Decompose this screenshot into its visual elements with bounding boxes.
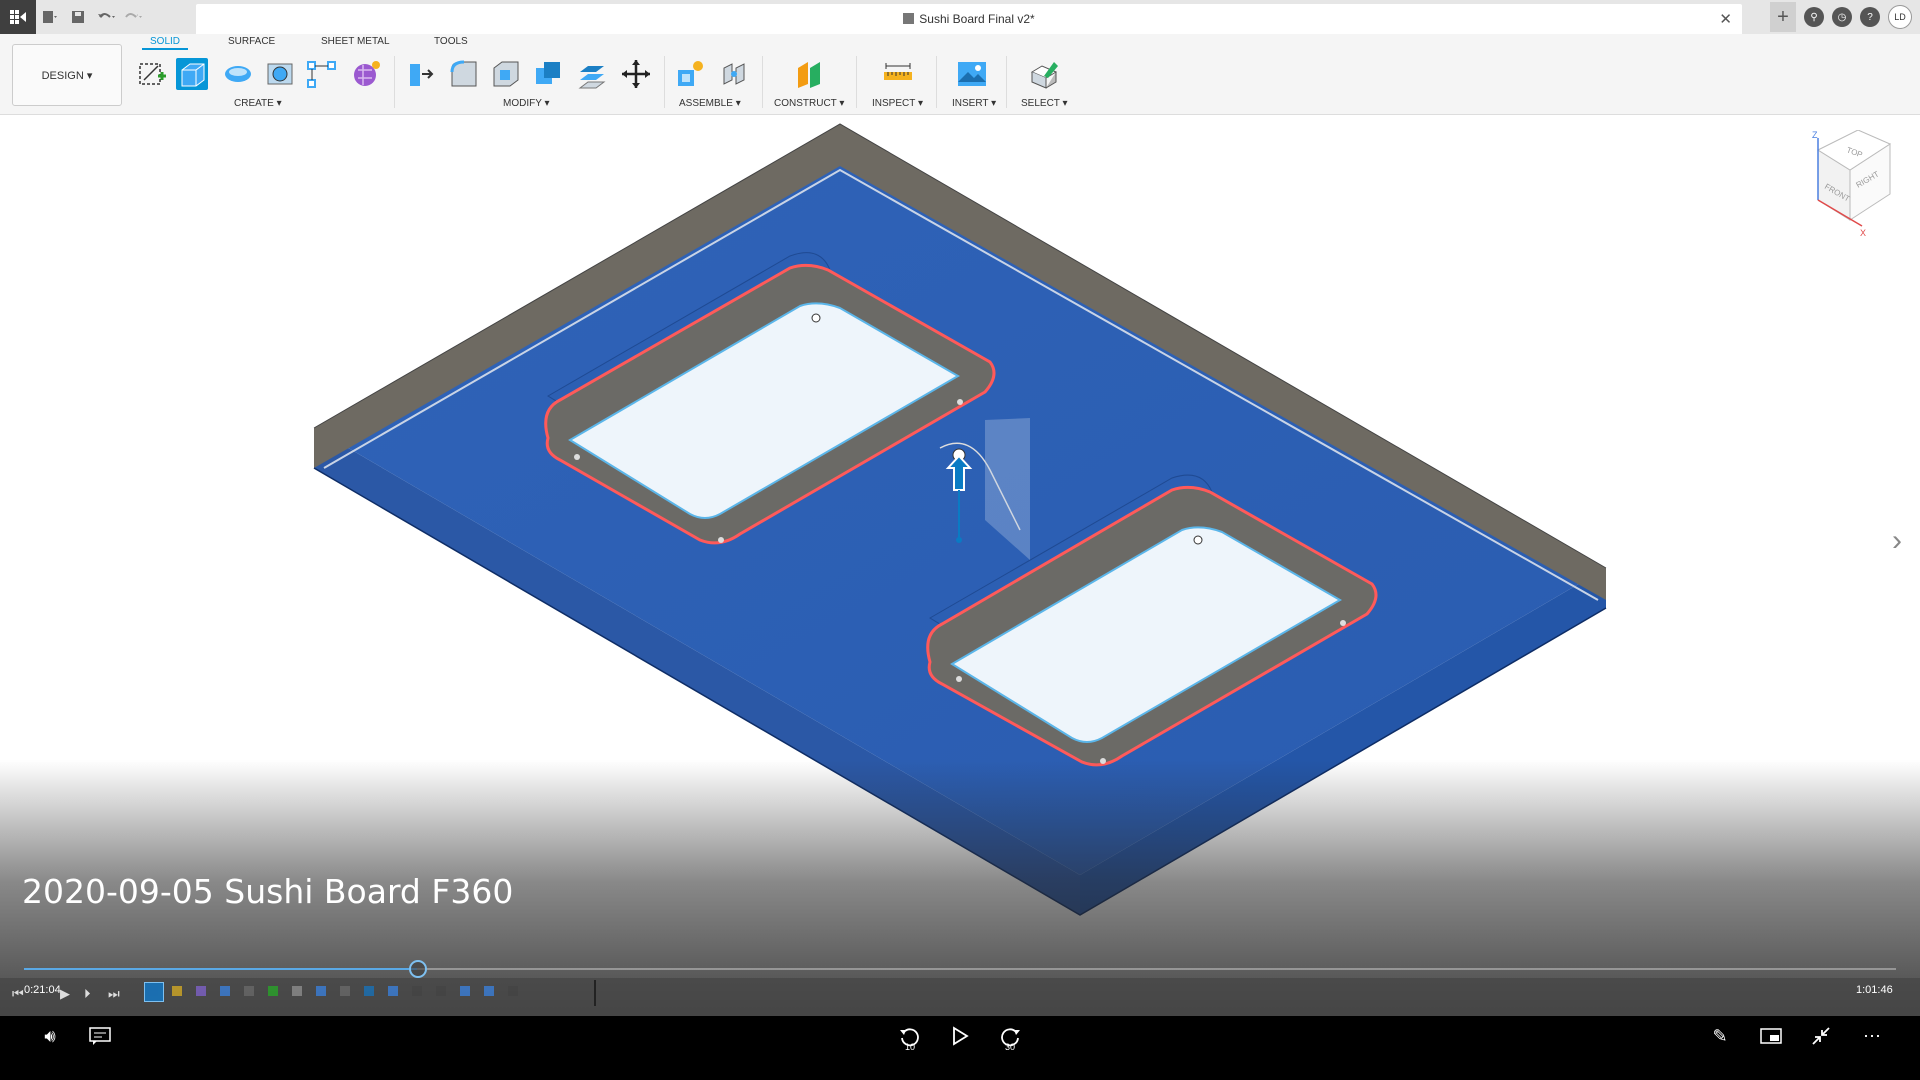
seek-bar-handle[interactable]	[409, 960, 428, 978]
modify-menu[interactable]: MODIFY ▾	[503, 98, 550, 109]
quick-access-toolbar	[0, 0, 148, 34]
pencil-icon[interactable]: ✎	[1706, 1016, 1734, 1056]
toolbar-separator	[856, 56, 857, 108]
play-button[interactable]	[946, 1016, 974, 1056]
hole-icon[interactable]	[264, 58, 296, 90]
timeline-feature-icon[interactable]	[288, 982, 308, 1002]
toolbar-separator	[394, 56, 395, 108]
toolbar-separator	[1006, 56, 1007, 108]
fillet-icon[interactable]	[448, 58, 480, 90]
timeline-end-icon[interactable]: ⏭	[108, 986, 120, 1002]
timeline-feature-icon[interactable]	[192, 982, 212, 1002]
ribbon-toolbar: DESIGN ▾ SOLID SURFACE SHEET METAL TOOLS…	[0, 34, 1920, 115]
volume-icon[interactable]: 🔊︎	[36, 1016, 64, 1056]
more-icon[interactable]: ⋯	[1858, 1016, 1886, 1056]
timeline-feature-icon[interactable]	[168, 982, 188, 1002]
revolve-icon[interactable]	[222, 58, 254, 90]
extrude-icon[interactable]	[176, 58, 208, 90]
timeline-feature-icon[interactable]	[336, 982, 356, 1002]
skip-back-button[interactable]: 10	[896, 1016, 924, 1056]
close-tab-icon[interactable]: ✕	[1719, 10, 1732, 28]
current-time: 0:21:04	[24, 984, 61, 996]
offset-plane-icon[interactable]	[794, 58, 826, 90]
timeline-feature-icon[interactable]	[384, 982, 404, 1002]
skip-forward-label: 30	[1004, 1042, 1015, 1052]
help-icon[interactable]: ?	[1860, 7, 1880, 27]
timeline-feature-icon[interactable]	[264, 982, 284, 1002]
offset-face-icon[interactable]	[576, 58, 608, 90]
exit-fullscreen-icon[interactable]	[1807, 1016, 1835, 1056]
assemble-menu[interactable]: ASSEMBLE ▾	[679, 98, 741, 109]
seek-bar-progress	[24, 968, 418, 970]
tab-sheet-metal[interactable]: SHEET METAL	[321, 36, 390, 47]
shell-icon[interactable]	[490, 58, 522, 90]
tab-tools[interactable]: TOOLS	[434, 36, 468, 47]
document-title: Sushi Board Final v2*	[919, 12, 1035, 26]
miniplayer-icon[interactable]	[1757, 1016, 1785, 1056]
viewcube[interactable]: TOP FRONT RIGHT Z X	[1810, 130, 1900, 240]
create-menu[interactable]: CREATE ▾	[234, 98, 282, 109]
tab-surface[interactable]: SURFACE	[228, 36, 275, 47]
timeline-play-icon[interactable]: ▶	[60, 986, 70, 1002]
redo-icon[interactable]	[120, 2, 148, 32]
press-pull-icon[interactable]	[404, 58, 436, 90]
timeline-marker[interactable]	[594, 980, 596, 1006]
timeline-feature-icon[interactable]	[240, 982, 260, 1002]
timeline-feature-icon[interactable]	[360, 982, 380, 1002]
inspect-menu[interactable]: INSPECT ▾	[872, 98, 923, 109]
axis-z-label: Z	[1812, 130, 1818, 140]
header-right-icons: + ⚲ ◷ ? LD	[1770, 0, 1912, 34]
create-form-icon[interactable]	[350, 58, 382, 90]
insert-menu[interactable]: INSERT ▾	[952, 98, 996, 109]
tab-solid[interactable]: SOLID	[141, 36, 189, 50]
toolbar-separator	[936, 56, 937, 108]
workspace-switcher[interactable]: DESIGN ▾	[12, 44, 122, 106]
user-avatar[interactable]: LD	[1888, 5, 1912, 29]
timeline-feature-icon[interactable]	[216, 982, 236, 1002]
timeline-feature-icon[interactable]	[456, 982, 476, 1002]
skip-back-label: 10	[904, 1042, 915, 1052]
new-component-icon[interactable]	[674, 58, 706, 90]
toolbar-separator	[762, 56, 763, 108]
total-time: 1:01:46	[1856, 984, 1893, 996]
timeline-step-forward-icon[interactable]: ⏵	[84, 986, 91, 1002]
measure-icon[interactable]	[882, 58, 914, 90]
timeline-feature-icon[interactable]	[504, 982, 524, 1002]
combine-icon[interactable]	[532, 58, 564, 90]
timeline-feature-icon[interactable]	[432, 982, 452, 1002]
extensions-icon[interactable]: ⚲	[1804, 7, 1824, 27]
axis-x-label: X	[1860, 228, 1866, 238]
timeline-feature-icon[interactable]	[144, 982, 164, 1002]
joint-icon[interactable]	[718, 58, 750, 90]
chevron-right-icon[interactable]: ›	[1892, 524, 1902, 558]
rectangular-pattern-icon[interactable]	[306, 58, 338, 90]
select-icon[interactable]	[1028, 58, 1060, 90]
file-menu-icon[interactable]	[36, 2, 64, 32]
insert-canvas-icon[interactable]	[956, 58, 988, 90]
skip-forward-button[interactable]: 30	[996, 1016, 1024, 1056]
timeline-feature-icon[interactable]	[480, 982, 500, 1002]
new-tab-icon[interactable]: +	[1770, 2, 1796, 32]
save-icon[interactable]	[64, 2, 92, 32]
timeline-start-icon[interactable]: ⏮	[12, 986, 24, 1002]
app-tab-bar: Sushi Board Final v2* ✕ + ⚲ ◷ ? LD	[0, 0, 1920, 34]
document-tab[interactable]: Sushi Board Final v2* ✕	[196, 4, 1742, 34]
video-title: 2020-09-05 Sushi Board F360	[22, 872, 514, 911]
timeline-feature-icon[interactable]	[408, 982, 428, 1002]
construct-menu[interactable]: CONSTRUCT ▾	[774, 98, 844, 109]
captions-icon[interactable]	[86, 1016, 114, 1056]
undo-icon[interactable]	[92, 2, 120, 32]
data-panel-icon[interactable]	[0, 0, 36, 34]
job-status-icon[interactable]: ◷	[1832, 7, 1852, 27]
timeline-feature-icon[interactable]	[312, 982, 332, 1002]
move-copy-icon[interactable]	[620, 58, 652, 90]
create-sketch-icon[interactable]	[136, 58, 168, 90]
document-cube-icon	[903, 13, 915, 24]
toolbar-separator	[664, 56, 665, 108]
select-menu[interactable]: SELECT ▾	[1021, 98, 1068, 109]
